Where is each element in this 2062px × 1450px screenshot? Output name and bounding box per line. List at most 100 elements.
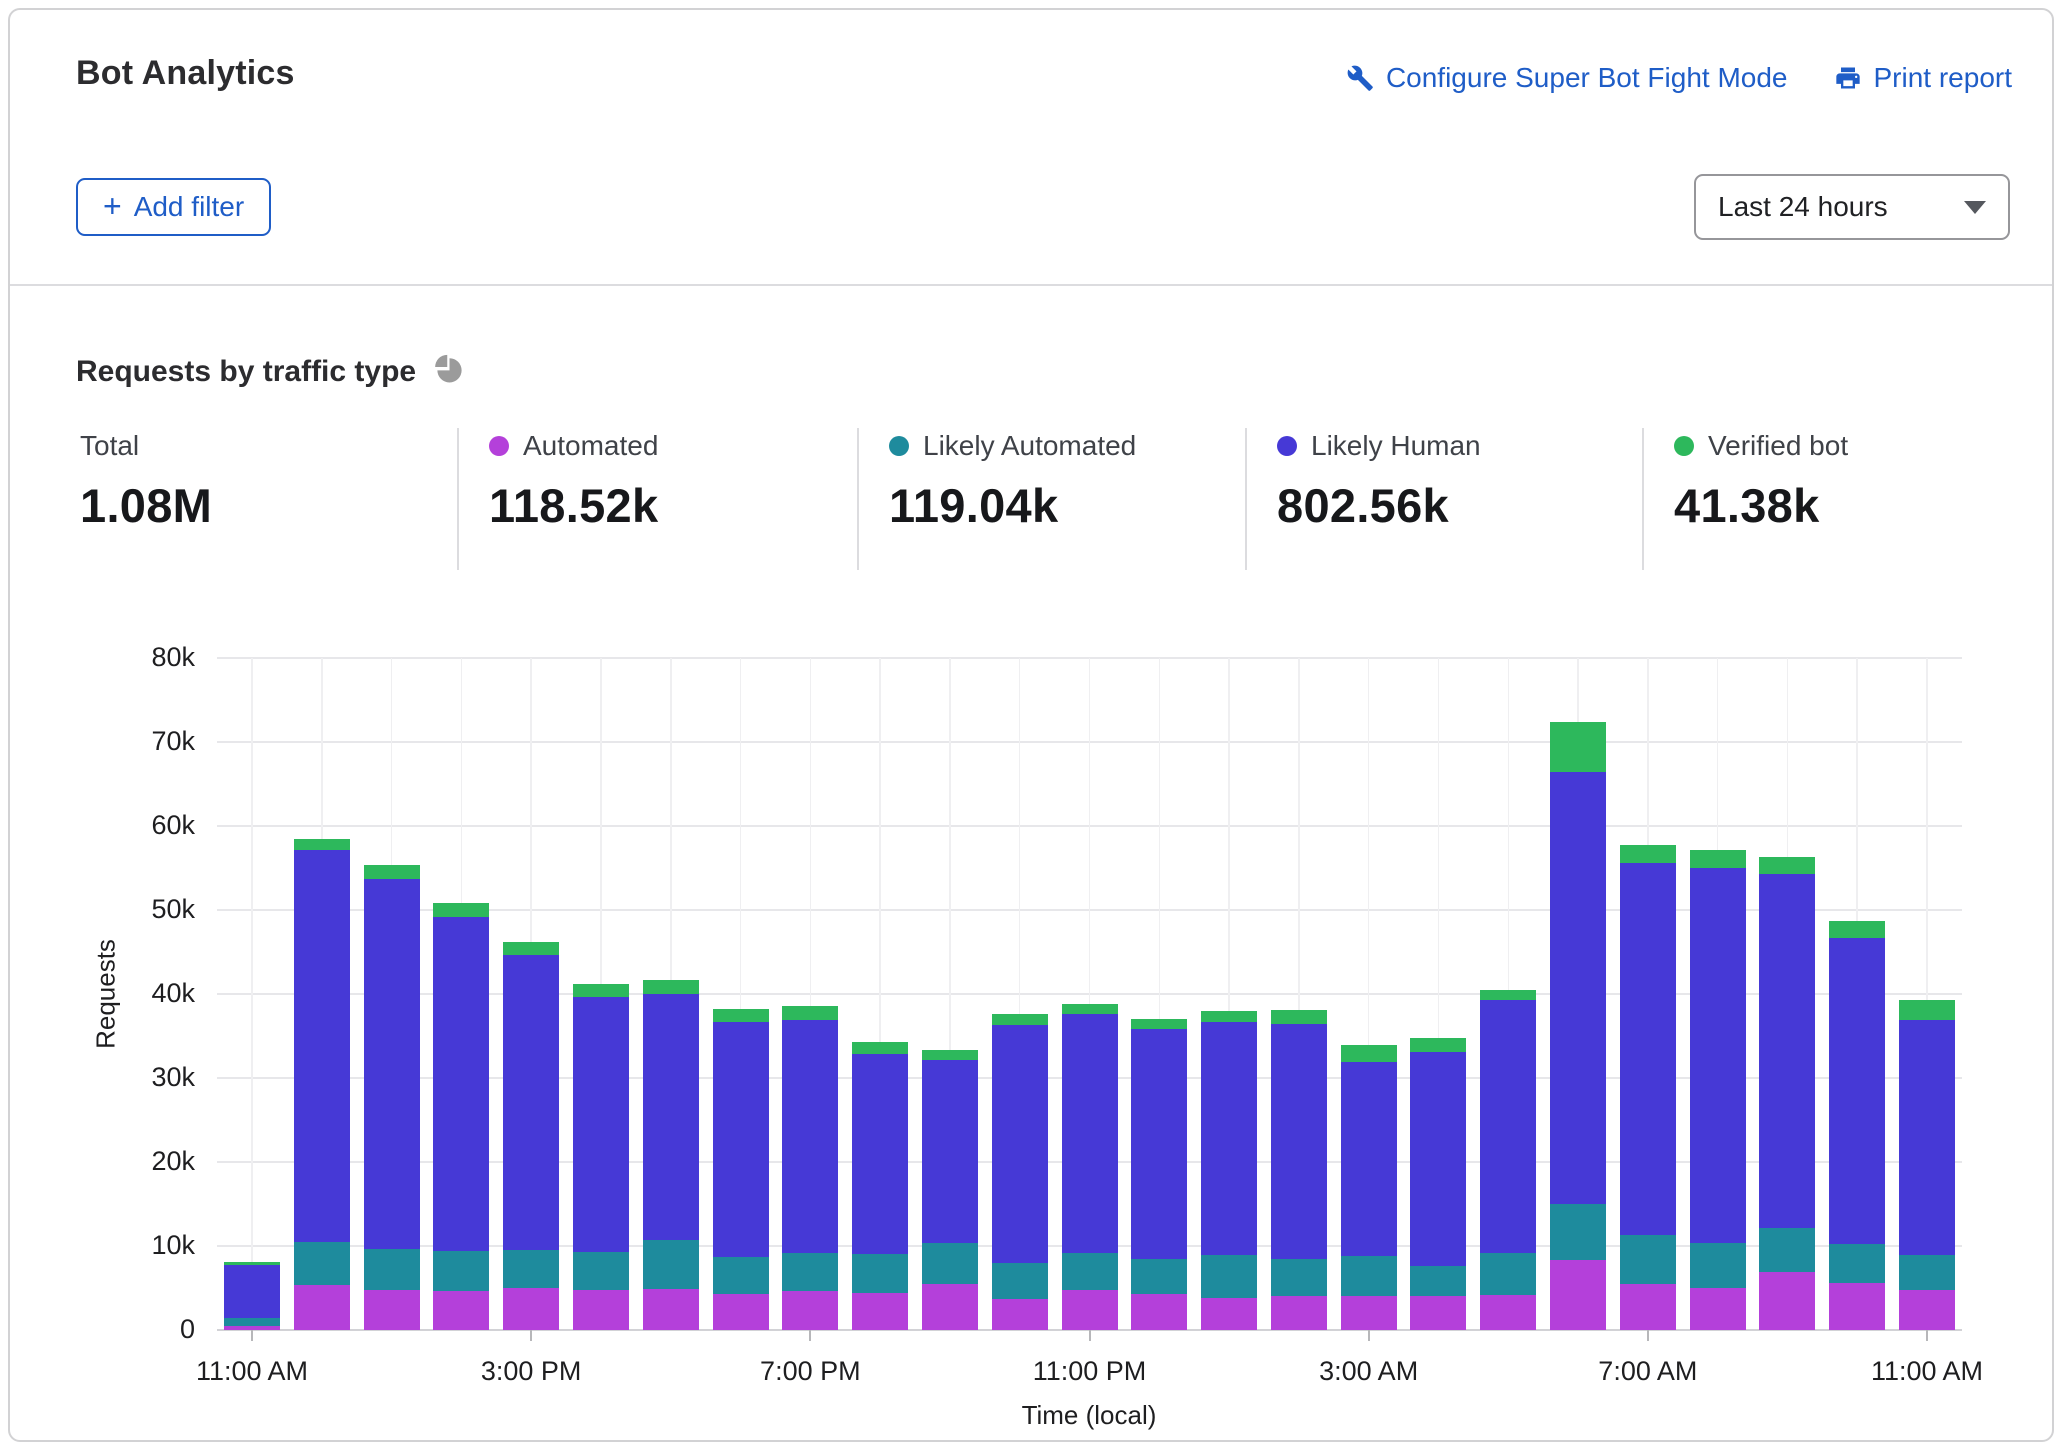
x-tick-label: 7:00 PM <box>715 1356 905 1387</box>
bar-segment-verified-bot <box>294 839 350 850</box>
bar-segment-verified-bot <box>1201 1011 1257 1022</box>
bar-segment-automated <box>992 1299 1048 1330</box>
stacked-bar-6:00 AM <box>1550 722 1606 1330</box>
bar-segment-likely-human <box>1131 1029 1187 1258</box>
bar-segment-likely-human <box>294 850 350 1241</box>
y-tick-label: 50k <box>95 894 195 925</box>
bar-segment-likely-automated <box>1829 1244 1885 1283</box>
page-title: Bot Analytics <box>76 54 295 93</box>
bar-segment-likely-automated <box>852 1254 908 1293</box>
bar-segment-likely-automated <box>294 1242 350 1285</box>
stacked-bar-10:00 AM <box>1829 921 1885 1330</box>
bar-segment-automated <box>713 1294 769 1330</box>
bar-segment-likely-human <box>1759 874 1815 1228</box>
print-report-link[interactable]: Print report <box>1834 62 2013 94</box>
stacked-bar-11:00 AM <box>1899 1000 1955 1330</box>
bar-segment-verified-bot <box>1410 1038 1466 1052</box>
stacked-bar-2:00 PM <box>433 903 489 1330</box>
gridline <box>251 658 253 1330</box>
bar-segment-likely-automated <box>573 1252 629 1290</box>
bar-segment-likely-human <box>364 879 420 1249</box>
x-axis-title: Time (local) <box>939 1400 1239 1431</box>
stacked-bar-2:00 AM <box>1271 1010 1327 1330</box>
bar-segment-automated <box>1131 1294 1187 1330</box>
page: Bot Analytics Configure Super Bot Fight … <box>0 0 2062 1450</box>
y-tick-label: 40k <box>95 978 195 1009</box>
bar-segment-verified-bot <box>573 984 629 997</box>
stacked-bar-10:00 PM <box>992 1014 1048 1330</box>
bar-segment-likely-automated <box>992 1263 1048 1299</box>
stat-verified-bot: Verified bot 41.38k <box>1674 430 1848 533</box>
header-actions: Configure Super Bot Fight Mode Print rep… <box>1346 62 2012 94</box>
time-range-value: Last 24 hours <box>1718 191 1888 223</box>
bar-segment-automated <box>782 1291 838 1330</box>
stat-divider <box>457 428 459 570</box>
bar-segment-likely-automated <box>503 1250 559 1288</box>
stacked-bar-9:00 AM <box>1759 857 1815 1330</box>
bar-segment-likely-automated <box>1271 1259 1327 1297</box>
bar-segment-automated <box>573 1290 629 1330</box>
stat-label: Automated <box>523 430 658 462</box>
bar-segment-likely-automated <box>782 1253 838 1292</box>
stat-value: 119.04k <box>889 478 1136 533</box>
stat-value: 802.56k <box>1277 478 1481 533</box>
bar-segment-automated <box>1410 1296 1466 1330</box>
x-tick <box>251 1330 253 1341</box>
stacked-bar-7:00 AM <box>1620 845 1676 1330</box>
x-tick <box>809 1330 811 1341</box>
chevron-down-icon <box>1964 201 1986 214</box>
stat-total: Total 1.08M <box>80 430 212 533</box>
y-tick-label: 30k <box>95 1062 195 1093</box>
printer-icon <box>1834 64 1862 92</box>
wrench-icon <box>1346 64 1374 92</box>
bar-segment-verified-bot <box>503 942 559 955</box>
bar-segment-automated <box>1480 1295 1536 1330</box>
stacked-bar-5:00 AM <box>1480 990 1536 1330</box>
header-divider <box>10 284 2052 286</box>
stacked-bar-1:00 PM <box>364 865 420 1330</box>
stat-value: 118.52k <box>489 478 658 533</box>
bar-segment-likely-automated <box>1759 1228 1815 1272</box>
add-filter-button[interactable]: + Add filter <box>76 178 271 236</box>
pie-chart-icon <box>434 354 465 390</box>
bar-segment-likely-automated <box>1201 1255 1257 1298</box>
likely-automated-dot-icon <box>889 436 909 456</box>
bar-segment-likely-automated <box>1550 1204 1606 1260</box>
stacked-bar-12:00 AM <box>1131 1019 1187 1330</box>
bar-segment-verified-bot <box>1550 722 1606 772</box>
bar-segment-automated <box>503 1288 559 1330</box>
time-range-dropdown[interactable]: Last 24 hours <box>1694 174 2010 240</box>
x-tick-label: 3:00 AM <box>1274 1356 1464 1387</box>
bar-segment-likely-human <box>503 955 559 1250</box>
bar-segment-automated <box>433 1291 489 1330</box>
bar-segment-automated <box>1062 1290 1118 1330</box>
bar-segment-automated <box>1759 1272 1815 1330</box>
bar-segment-likely-automated <box>1620 1235 1676 1284</box>
stacked-bar-4:00 PM <box>573 984 629 1330</box>
bar-segment-verified-bot <box>364 865 420 879</box>
bar-segment-likely-human <box>1550 772 1606 1204</box>
x-tick-label: 3:00 PM <box>436 1356 626 1387</box>
stacked-bar-3:00 PM <box>503 942 559 1330</box>
x-tick <box>1368 1330 1370 1341</box>
bar-segment-automated <box>643 1289 699 1330</box>
verified-bot-dot-icon <box>1674 436 1694 456</box>
stat-value: 1.08M <box>80 478 212 533</box>
bar-segment-verified-bot <box>1271 1010 1327 1024</box>
bar-segment-verified-bot <box>922 1050 978 1060</box>
bar-segment-likely-human <box>1201 1022 1257 1256</box>
bar-segment-automated <box>1620 1284 1676 1330</box>
bar-segment-likely-human <box>1271 1024 1327 1258</box>
bar-segment-likely-human <box>713 1022 769 1257</box>
bar-segment-likely-human <box>782 1020 838 1253</box>
configure-super-bot-fight-mode-link[interactable]: Configure Super Bot Fight Mode <box>1346 62 1788 94</box>
print-link-label: Print report <box>1874 62 2013 94</box>
bar-segment-verified-bot <box>1620 845 1676 863</box>
configure-link-label: Configure Super Bot Fight Mode <box>1386 62 1788 94</box>
x-tick <box>1647 1330 1649 1341</box>
stacked-bar-6:00 PM <box>713 1009 769 1330</box>
stat-label: Verified bot <box>1708 430 1848 462</box>
requests-by-traffic-type-chart: 010k20k30k40k50k60k70k80k11:00 AM3:00 PM… <box>217 658 1962 1330</box>
bar-segment-likely-human <box>224 1265 280 1318</box>
x-tick <box>1926 1330 1928 1341</box>
